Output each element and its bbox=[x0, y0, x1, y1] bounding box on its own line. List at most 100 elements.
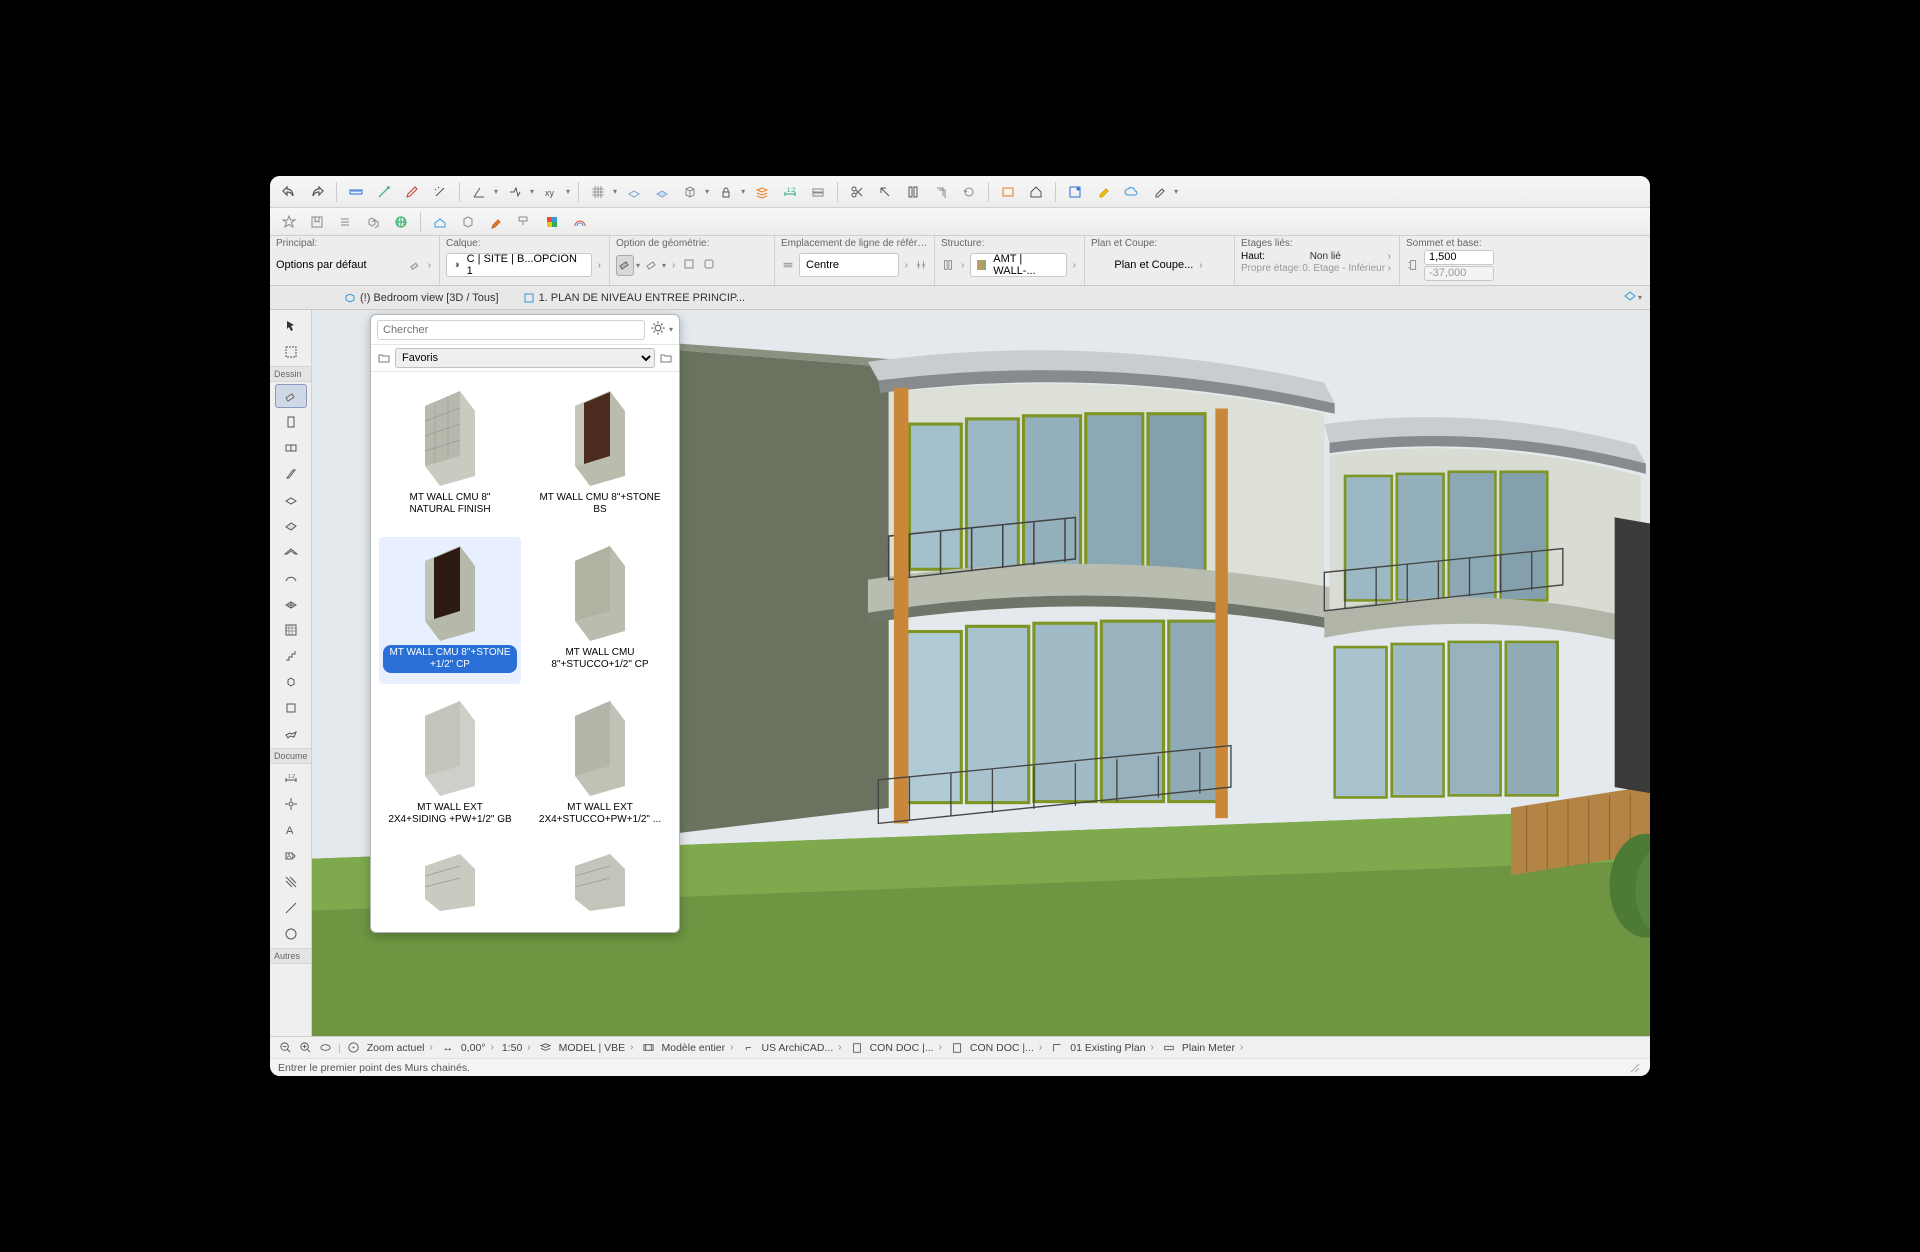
view3d-toggle-icon[interactable] bbox=[1622, 288, 1638, 307]
gear-icon[interactable] bbox=[649, 319, 667, 340]
lock-icon[interactable] bbox=[715, 181, 737, 203]
palette-item[interactable]: MT WALL EXT 2X4+STUCCO+PW+1/2" ... bbox=[529, 692, 671, 839]
cloud-icon[interactable] bbox=[1120, 181, 1142, 203]
xy-icon[interactable]: xy bbox=[540, 181, 562, 203]
dimension-tool-icon[interactable]: 1.2 bbox=[275, 766, 307, 790]
measure-icon[interactable] bbox=[373, 181, 395, 203]
palette-item[interactable]: MT WALL CMU 8"+STUCCO+1/2" CP bbox=[529, 537, 671, 684]
palette-item[interactable]: MT WALL CMU 8" NATURAL FINISH bbox=[379, 382, 521, 529]
scissors-icon[interactable] bbox=[846, 181, 868, 203]
prop-calque-value[interactable]: ◑C | SITE | B...OPCION 1 bbox=[446, 253, 592, 277]
grid-icon[interactable] bbox=[587, 181, 609, 203]
doc2-icon[interactable] bbox=[950, 1041, 964, 1055]
label-tool-icon[interactable]: A1 bbox=[275, 844, 307, 868]
line-tool-icon[interactable] bbox=[275, 896, 307, 920]
undo-icon[interactable] bbox=[278, 181, 300, 203]
arrow-tool-icon[interactable] bbox=[275, 314, 307, 338]
house3d-icon[interactable] bbox=[429, 211, 451, 233]
slab-tool-icon[interactable] bbox=[275, 488, 307, 512]
ruler-icon[interactable] bbox=[345, 181, 367, 203]
wall-icon[interactable] bbox=[408, 258, 422, 272]
nav-icon[interactable]: ↔ bbox=[441, 1041, 455, 1055]
layers-s-icon[interactable] bbox=[539, 1041, 553, 1055]
pencil-icon[interactable] bbox=[401, 181, 423, 203]
resize-grip-icon[interactable] bbox=[1628, 1061, 1642, 1075]
film-icon[interactable] bbox=[642, 1041, 656, 1055]
materials-icon[interactable] bbox=[541, 211, 563, 233]
plane2-icon[interactable] bbox=[651, 181, 673, 203]
prop-reference-value[interactable]: Centre bbox=[799, 253, 899, 277]
favorites-icon[interactable] bbox=[306, 211, 328, 233]
box-icon[interactable] bbox=[457, 211, 479, 233]
level-tool-icon[interactable] bbox=[275, 792, 307, 816]
home-view-icon[interactable] bbox=[347, 1041, 361, 1055]
window-icon[interactable] bbox=[997, 181, 1019, 203]
erase-icon[interactable] bbox=[1148, 181, 1170, 203]
palette-search-input[interactable] bbox=[377, 320, 645, 340]
plan-status[interactable]: 01 Existing Plan› bbox=[1070, 1042, 1156, 1054]
doc-icon[interactable] bbox=[850, 1041, 864, 1055]
circle-tool-icon[interactable] bbox=[275, 922, 307, 946]
paint-icon[interactable] bbox=[1092, 181, 1114, 203]
plane-icon[interactable] bbox=[623, 181, 645, 203]
object-tool-icon[interactable] bbox=[275, 670, 307, 694]
prop-principal-value[interactable]: Options par défaut bbox=[276, 259, 404, 271]
arrow-nw-icon[interactable] bbox=[874, 181, 896, 203]
fill-tool-icon[interactable] bbox=[275, 870, 307, 894]
ref-icon[interactable] bbox=[781, 258, 795, 272]
chevron-right-icon[interactable]: › bbox=[596, 260, 603, 271]
copy3d-icon[interactable] bbox=[362, 211, 384, 233]
marquee-tool-icon[interactable] bbox=[275, 340, 307, 364]
lib-status[interactable]: US ArchiCAD...› bbox=[761, 1042, 843, 1054]
stack-icon[interactable] bbox=[334, 211, 356, 233]
column-tool-icon[interactable] bbox=[275, 462, 307, 486]
plan-s-icon[interactable] bbox=[1050, 1041, 1064, 1055]
column-icon[interactable] bbox=[902, 181, 924, 203]
con2-status[interactable]: CON DOC |...› bbox=[970, 1042, 1044, 1054]
edit-icon[interactable] bbox=[1064, 181, 1086, 203]
tab-plan[interactable]: 1. PLAN DE NIVEAU ENTREE PRINCIP... bbox=[515, 289, 753, 307]
palette-item-selected[interactable]: MT WALL CMU 8"+STONE +1/2" CP bbox=[379, 537, 521, 684]
door-tool-icon[interactable] bbox=[275, 410, 307, 434]
angle-status[interactable]: 0,00°› bbox=[461, 1042, 496, 1054]
wall-tool-icon[interactable] bbox=[275, 384, 307, 408]
scale-status[interactable]: 1:50› bbox=[502, 1042, 533, 1054]
dimension-icon[interactable]: 1:2 bbox=[779, 181, 801, 203]
brush-icon[interactable] bbox=[485, 211, 507, 233]
prop-plancoupe-value[interactable]: Plan et Coupe... bbox=[1114, 259, 1193, 271]
new-folder-icon[interactable] bbox=[659, 351, 673, 365]
zone-tool-icon[interactable] bbox=[275, 696, 307, 720]
zoom-in-icon[interactable] bbox=[298, 1041, 312, 1055]
modele-status[interactable]: Modèle entier› bbox=[662, 1042, 736, 1054]
zoom-status[interactable]: Zoom actuel› bbox=[367, 1042, 435, 1054]
offset-icon[interactable] bbox=[930, 181, 952, 203]
roller-icon[interactable] bbox=[513, 211, 535, 233]
flip-icon[interactable] bbox=[914, 258, 928, 272]
snap-icon[interactable] bbox=[504, 181, 526, 203]
struct-icon[interactable] bbox=[941, 258, 955, 272]
curtain-tool-icon[interactable] bbox=[275, 618, 307, 642]
wand-icon[interactable] bbox=[429, 181, 451, 203]
zoom-fit-icon[interactable] bbox=[318, 1041, 332, 1055]
sommet-top-input[interactable] bbox=[1424, 250, 1494, 265]
home-icon[interactable] bbox=[1025, 181, 1047, 203]
lib-icon[interactable]: ⌐ bbox=[741, 1041, 755, 1055]
redo-icon[interactable] bbox=[306, 181, 328, 203]
window-tool-icon[interactable] bbox=[275, 436, 307, 460]
slab-icon[interactable] bbox=[807, 181, 829, 203]
geom4-icon[interactable] bbox=[701, 256, 717, 275]
geom3-icon[interactable] bbox=[681, 256, 697, 275]
canvas-3d-view[interactable]: ▾ Favoris MT WALL CMU 8" NATURAL FINISH … bbox=[312, 310, 1650, 1036]
tab-3d-view[interactable]: (!) Bedroom view [3D / Tous] bbox=[336, 289, 507, 307]
favorites-select[interactable]: Favoris bbox=[395, 348, 655, 368]
text-tool-icon[interactable]: A bbox=[275, 818, 307, 842]
geom2-icon[interactable] bbox=[644, 256, 660, 275]
zoom-out-icon[interactable] bbox=[278, 1041, 292, 1055]
beam-tool-icon[interactable] bbox=[275, 514, 307, 538]
palette-item[interactable]: MT WALL EXT 2X4+SIDING +PW+1/2" GB bbox=[379, 692, 521, 839]
rotate-icon[interactable] bbox=[958, 181, 980, 203]
stair-tool-icon[interactable] bbox=[275, 644, 307, 668]
etage-haut-value[interactable]: Non lié bbox=[1310, 251, 1341, 262]
meter-icon[interactable] bbox=[1162, 1041, 1176, 1055]
layers-icon[interactable] bbox=[751, 181, 773, 203]
